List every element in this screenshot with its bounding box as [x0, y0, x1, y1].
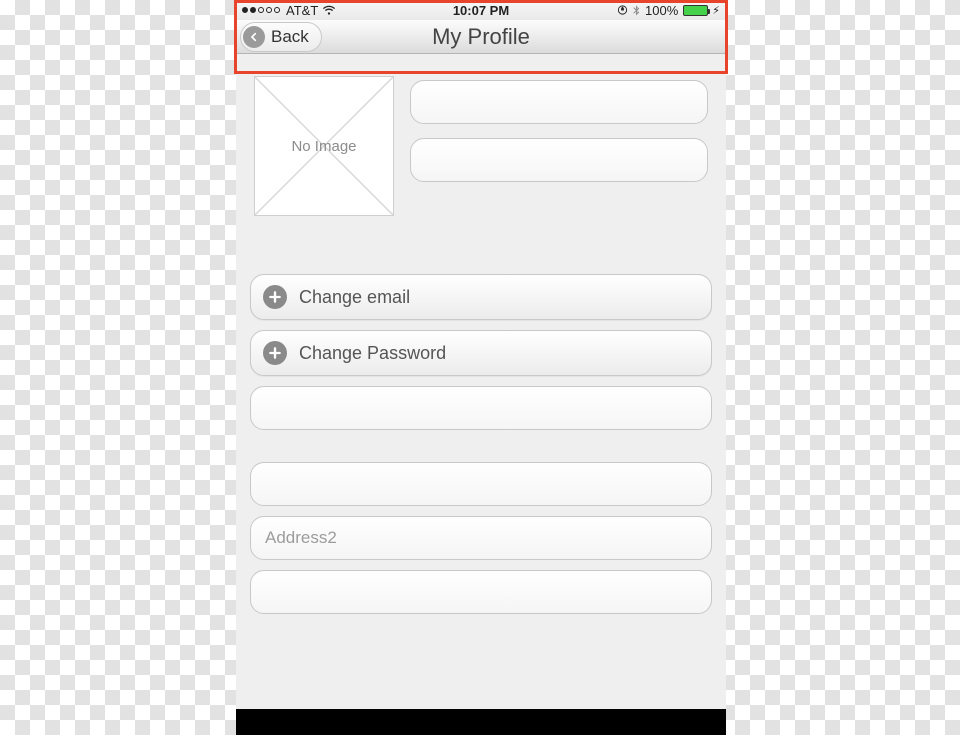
- avatar-placeholder-label: No Image: [291, 138, 356, 155]
- address1-input[interactable]: [265, 474, 697, 494]
- change-email-button[interactable]: Change email: [250, 274, 712, 320]
- city-input[interactable]: [265, 582, 697, 602]
- battery-icon: [683, 5, 708, 16]
- address1-field[interactable]: [250, 462, 712, 506]
- change-password-button[interactable]: Change Password: [250, 330, 712, 376]
- avatar-placeholder[interactable]: No Image: [254, 76, 394, 216]
- first-name-input[interactable]: [425, 92, 693, 112]
- orientation-lock-icon: [617, 4, 628, 16]
- carrier-label: AT&T: [286, 3, 318, 18]
- address2-field[interactable]: [250, 516, 712, 560]
- status-bar: AT&T 10:07 PM 100% ⚡︎: [236, 0, 726, 20]
- email-value: [256, 242, 350, 262]
- phone-field[interactable]: [250, 386, 712, 430]
- back-button-label: Back: [271, 27, 309, 47]
- change-password-label: Change Password: [299, 343, 446, 364]
- status-left: AT&T: [242, 3, 336, 18]
- phone-input[interactable]: [265, 398, 697, 418]
- city-field[interactable]: [250, 570, 712, 614]
- signal-strength-icon: [242, 7, 280, 13]
- wifi-icon: [322, 4, 336, 16]
- last-name-input[interactable]: [425, 150, 693, 170]
- first-name-field[interactable]: [410, 80, 708, 124]
- change-email-label: Change email: [299, 287, 410, 308]
- device-frame: AT&T 10:07 PM 100% ⚡︎ Back My Profile: [236, 0, 726, 735]
- plus-icon: [263, 285, 287, 309]
- charging-icon: ⚡︎: [712, 4, 720, 17]
- address2-input[interactable]: [265, 528, 697, 548]
- back-button[interactable]: Back: [240, 22, 322, 52]
- status-right: 100% ⚡︎: [617, 3, 720, 18]
- email-display: [248, 226, 714, 266]
- bluetooth-icon: [631, 4, 642, 16]
- last-name-field[interactable]: [410, 138, 708, 182]
- nav-bar: Back My Profile: [236, 20, 726, 54]
- chevron-left-icon: [243, 26, 265, 48]
- battery-percent: 100%: [645, 3, 678, 18]
- plus-icon: [263, 341, 287, 365]
- profile-form: No Image Change email: [236, 54, 726, 735]
- bottom-bar: [236, 709, 726, 735]
